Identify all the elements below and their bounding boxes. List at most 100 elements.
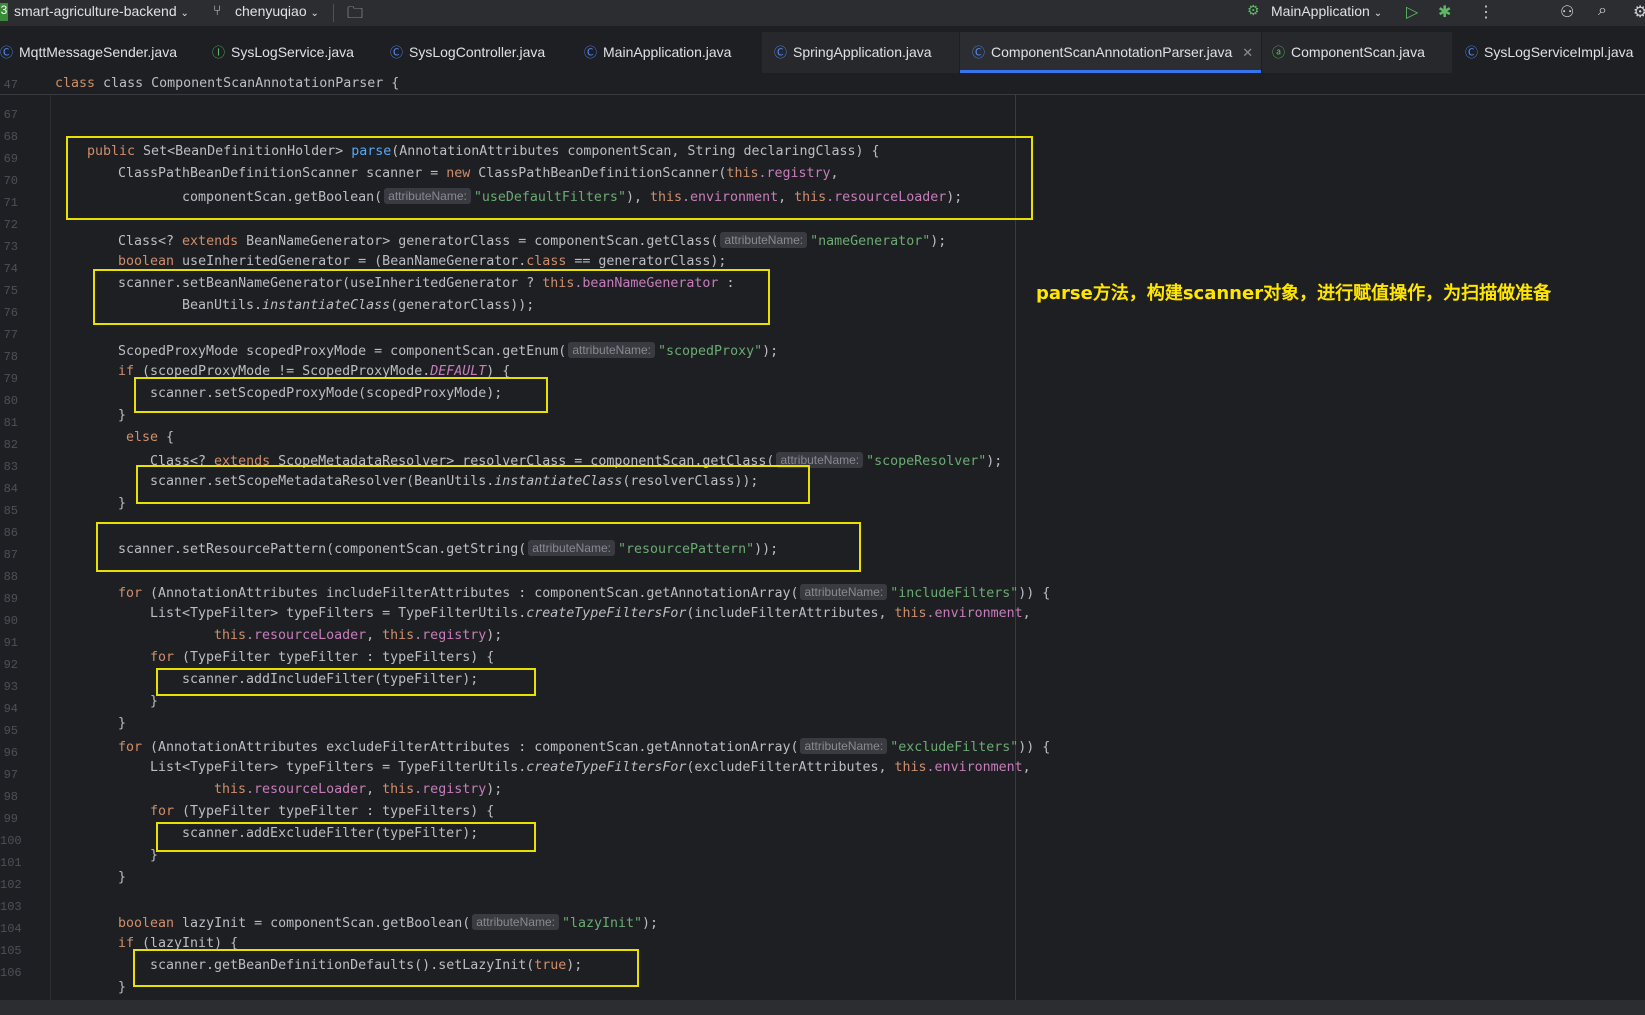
line-number: 90 <box>3 614 18 628</box>
tab-component-scan[interactable]: ⓐ ComponentScan.java <box>1262 32 1452 73</box>
code-line-91: for (TypeFilter typeFilter : typeFilters… <box>150 650 494 665</box>
line-number: 72 <box>3 218 18 232</box>
code-token: "includeFilters" <box>890 586 1019 601</box>
code-token: extends <box>182 234 239 249</box>
close-icon[interactable]: ✕ <box>1242 45 1253 60</box>
code-token: if <box>118 364 135 379</box>
line-number: 97 <box>3 768 18 782</box>
tab-label: MqttMessageSender.java <box>19 44 177 60</box>
parameter-hint: attributeName: <box>568 342 656 358</box>
code-token: boolean <box>118 916 175 931</box>
tab-label: SysLogServiceImpl.java <box>1484 44 1634 60</box>
project-icon: 3 <box>0 3 8 21</box>
line-number: 95 <box>3 724 18 738</box>
tab-label: MainApplication.java <box>603 44 732 60</box>
run-icon[interactable]: ▷ <box>1406 2 1418 22</box>
code-line-80: } <box>118 408 126 423</box>
code-token: if <box>118 936 135 951</box>
line-number: 86 <box>3 526 18 540</box>
line-number: 87 <box>3 548 18 562</box>
code-token: , <box>1022 606 1031 621</box>
code-token: Class<? <box>118 234 183 249</box>
line-number: 98 <box>3 790 18 804</box>
tab-component-scan-annotation-parser[interactable]: Ⓒ ComponentScanAnnotationParser.java ✕ <box>960 32 1261 73</box>
code-line-101: } <box>118 870 126 885</box>
code-token: "scopedProxy" <box>658 344 763 359</box>
code-token: ); <box>986 454 1003 469</box>
line-number: 73 <box>3 240 18 254</box>
code-token: (TypeFilter typeFilter : typeFilters) { <box>174 804 495 819</box>
code-line-95: for (AnnotationAttributes excludeFilterA… <box>118 738 1050 755</box>
line-number: 76 <box>3 306 18 320</box>
line-number: 70 <box>3 174 18 188</box>
add-user-icon[interactable]: ⚇ <box>1560 2 1574 22</box>
line-number: 69 <box>3 152 18 166</box>
annotation-text: parse方法，构建scanner对象，进行赋值操作，为扫描做准备 <box>1036 283 1552 304</box>
line-number: 81 <box>3 416 18 430</box>
branch-icon: ⑂ <box>213 2 222 18</box>
line-number: 85 <box>3 504 18 518</box>
line-number: 105 <box>0 944 22 958</box>
settings-icon[interactable]: ⚙ <box>1633 2 1645 22</box>
code-token: .resourceLoader <box>246 782 367 797</box>
code-token: class <box>526 254 567 269</box>
code-token: this <box>382 628 415 643</box>
code-token: ); <box>762 344 779 359</box>
line-number: 101 <box>0 856 22 870</box>
tab-label: SpringApplication.java <box>793 44 932 60</box>
line-number: 103 <box>0 900 22 914</box>
tab-main-application[interactable]: Ⓒ MainApplication.java <box>584 32 731 73</box>
highlight-box-resource-pattern <box>96 522 861 572</box>
code-token: } <box>118 870 127 885</box>
code-token: "excludeFilters" <box>890 740 1019 755</box>
code-line-84: } <box>118 496 126 511</box>
tab-mqtt-message-sender[interactable]: Ⓒ MqttMessageSender.java <box>0 32 177 73</box>
line-number: 99 <box>3 812 18 826</box>
run-config-name: MainApplication <box>1271 3 1370 19</box>
code-token: , <box>366 782 383 797</box>
line-number: 88 <box>3 570 18 584</box>
java-class-icon: Ⓒ <box>774 45 788 60</box>
line-number: 67 <box>3 108 18 122</box>
more-options-icon[interactable]: ⋮ <box>1478 2 1494 22</box>
code-token: else <box>126 430 159 445</box>
branch-selector[interactable]: chenyuqiao ⌄ <box>235 3 319 19</box>
search-icon[interactable]: ⌕ <box>1598 2 1607 20</box>
run-config-selector[interactable]: MainApplication ⌄ <box>1271 3 1382 19</box>
code-token: this <box>382 782 415 797</box>
editor-tabs: Ⓒ MqttMessageSender.java Ⓘ SysLogService.j… <box>0 32 1645 73</box>
line-number: 75 <box>3 284 18 298</box>
code-token: for <box>118 586 143 601</box>
line-number: 91 <box>3 636 18 650</box>
code-token: "scopeResolver" <box>866 454 987 469</box>
tab-spring-application[interactable]: Ⓒ SpringApplication.java <box>762 32 959 73</box>
tab-syslog-controller[interactable]: Ⓒ SysLogController.java <box>390 32 545 73</box>
project-name: smart-agriculture-backend <box>14 3 177 19</box>
chevron-down-icon: ⌄ <box>1373 8 1383 19</box>
code-token: BeanNameGenerator> generatorClass = comp… <box>238 234 719 249</box>
parameter-hint: attributeName: <box>472 914 559 930</box>
tab-label: SysLogController.java <box>409 44 546 60</box>
line-number: 47 <box>3 78 18 92</box>
code-token: } <box>118 716 127 731</box>
tab-syslog-service-impl[interactable]: Ⓒ SysLogServiceImpl.java <box>1465 32 1633 73</box>
code-token: for <box>118 740 143 755</box>
code-line-106: } <box>118 980 126 995</box>
code-token: this <box>214 628 247 643</box>
code-line-93: } <box>150 694 158 709</box>
debug-icon[interactable]: ✱ <box>1438 2 1451 22</box>
code-token: this <box>214 782 247 797</box>
main-toolbar: 3 smart-agriculture-backend ⌄ ⑂ chenyuqi… <box>0 0 1645 27</box>
tab-label: SysLogService.java <box>231 44 354 60</box>
tab-syslog-service[interactable]: Ⓘ SysLogService.java <box>212 32 354 73</box>
line-number: 78 <box>3 350 18 364</box>
folder-icon[interactable]: 🗀 <box>347 2 363 29</box>
code-token: ); <box>930 234 947 249</box>
code-token: { <box>158 430 175 445</box>
code-line-89: List<TypeFilter> typeFilters = TypeFilte… <box>150 606 1031 621</box>
highlight-box-bean-name-generator <box>93 269 770 325</box>
sticky-header-code: class ComponentScanAnnotationParser { <box>103 76 400 91</box>
code-token: boolean <box>118 254 175 269</box>
code-line-81: else { <box>126 430 174 445</box>
project-selector[interactable]: smart-agriculture-backend ⌄ <box>14 3 189 19</box>
